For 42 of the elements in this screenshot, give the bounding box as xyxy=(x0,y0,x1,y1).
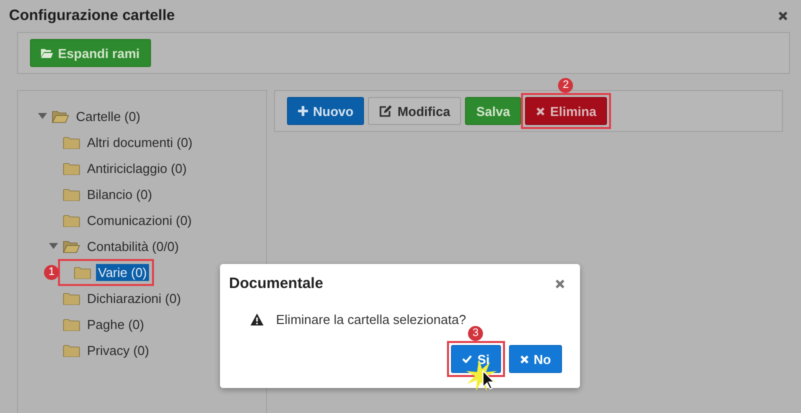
check-icon xyxy=(462,355,472,363)
step-badge: 3 xyxy=(468,326,483,341)
action-button[interactable]: Elimina xyxy=(525,97,608,125)
close-icon xyxy=(520,354,529,364)
window-title: Configurazione cartelle xyxy=(9,7,175,24)
folder-icon xyxy=(63,136,80,148)
action-button[interactable]: Modifica xyxy=(368,97,462,125)
close-icon[interactable] xyxy=(778,10,788,20)
folder-icon xyxy=(63,162,80,174)
tree-item[interactable]: Antiriciclaggio (0) xyxy=(85,160,189,176)
folder-icon xyxy=(63,318,80,330)
step-badge: 1 xyxy=(44,265,59,280)
caret-down-icon[interactable] xyxy=(49,243,58,249)
tree-item[interactable]: Cartelle (0) xyxy=(74,108,142,124)
tree-item[interactable]: Privacy (0) xyxy=(85,342,152,358)
dialog-button[interactable]: Si xyxy=(451,345,501,373)
open-folder-icon xyxy=(52,110,69,122)
folder-icon xyxy=(63,214,80,226)
dialog-button[interactable]: No xyxy=(508,345,562,373)
folder-icon xyxy=(63,344,80,356)
step-badge: 2 xyxy=(558,78,574,93)
edit-icon xyxy=(379,105,392,117)
tree-item[interactable]: Altri documenti (0) xyxy=(85,134,194,150)
caret-down-icon[interactable] xyxy=(38,113,47,119)
tree-item[interactable]: Varie (0) xyxy=(96,264,149,280)
folder-icon xyxy=(63,188,80,200)
close-icon[interactable] xyxy=(555,278,565,288)
tree-item[interactable]: Comunicazioni (0) xyxy=(85,212,194,228)
plus-icon xyxy=(298,106,308,116)
dialog-message: Eliminare la cartella selezionata? xyxy=(276,312,466,327)
close-icon xyxy=(536,106,546,116)
folder-icon xyxy=(41,48,53,58)
open-folder-icon xyxy=(63,240,80,252)
action-button[interactable]: Nuovo xyxy=(287,97,364,125)
warning-icon xyxy=(250,313,264,326)
tree-item[interactable]: Contabilità (0/0) xyxy=(85,238,181,254)
tree-item[interactable]: Paghe (0) xyxy=(85,316,146,332)
dialog-title: Documentale xyxy=(229,275,324,292)
folder-icon xyxy=(74,266,91,278)
folder-icon xyxy=(63,292,80,304)
tree-item[interactable]: Bilancio (0) xyxy=(85,186,154,202)
tree-item[interactable]: Dichiarazioni (0) xyxy=(85,290,183,306)
